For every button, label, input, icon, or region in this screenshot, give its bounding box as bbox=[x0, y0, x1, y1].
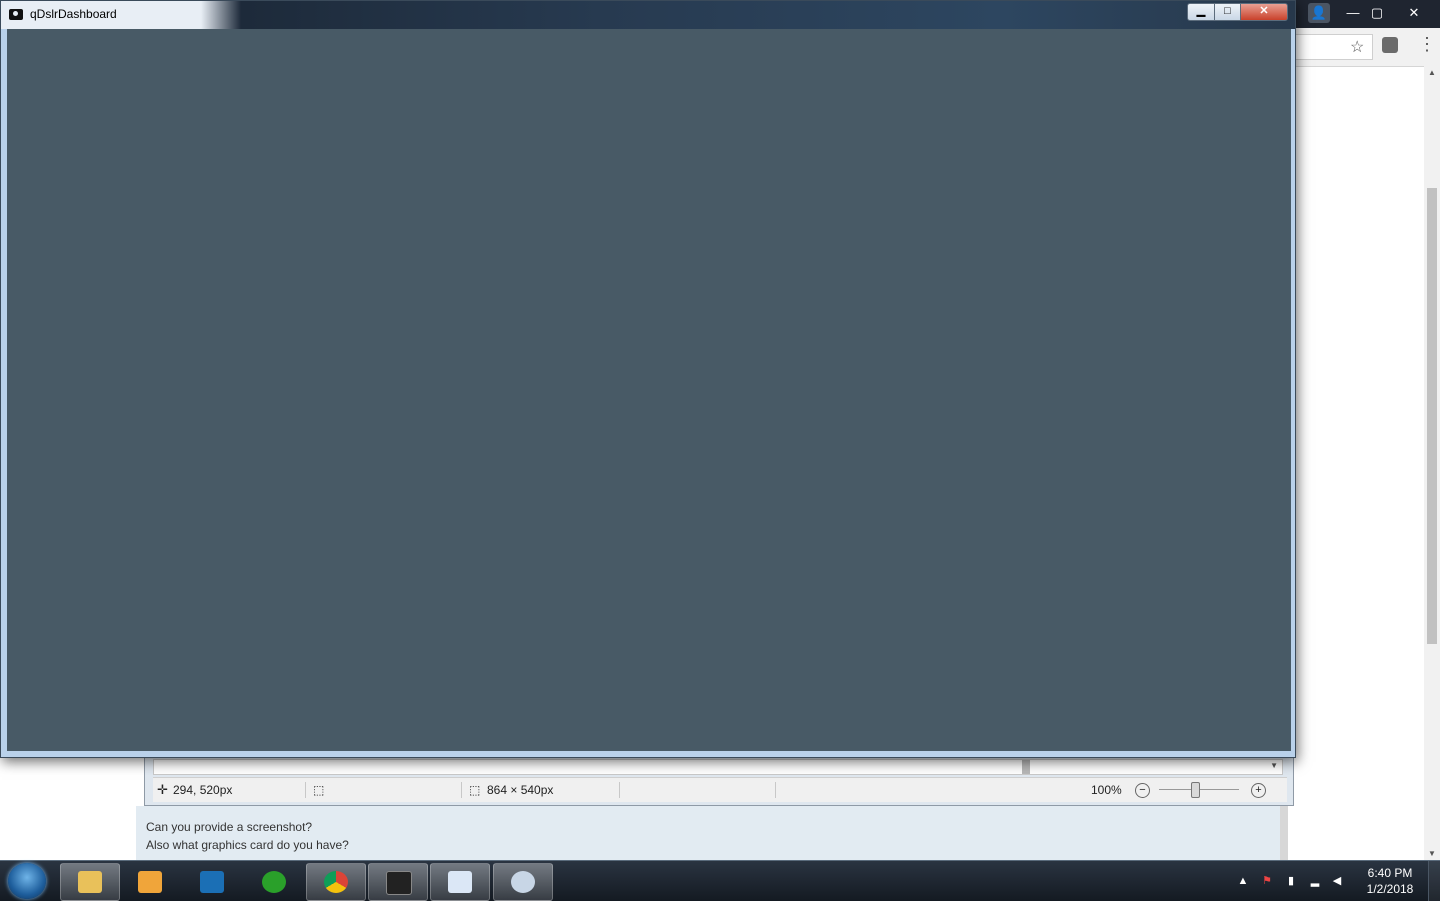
wordpad-icon bbox=[448, 871, 472, 893]
media-player-icon bbox=[138, 871, 162, 893]
divider bbox=[619, 782, 620, 798]
browser-minimize-button[interactable]: — bbox=[1342, 3, 1364, 23]
scroll-thumb[interactable] bbox=[1022, 760, 1030, 774]
zoom-level: 100% bbox=[1091, 783, 1122, 797]
folder-icon bbox=[78, 871, 102, 893]
zoom-slider-thumb[interactable] bbox=[1191, 782, 1200, 798]
horizontal-scrollbar[interactable]: ▼ bbox=[153, 759, 1283, 775]
forum-message: Can you provide a screenshot? Also what … bbox=[146, 818, 349, 854]
chevron-up-icon[interactable]: ▲ bbox=[1236, 874, 1250, 888]
maximize-button[interactable]: □ bbox=[1214, 3, 1241, 21]
taskbar-item-chrome[interactable] bbox=[306, 863, 366, 901]
forum-message-line: Also what graphics card do you have? bbox=[146, 838, 349, 852]
image-size-icon: ⬚ bbox=[469, 783, 481, 797]
browser-scrollbar[interactable]: ▲ ▼ bbox=[1424, 66, 1440, 860]
camera-icon bbox=[386, 871, 412, 895]
browser-titlebar: 👤 — ▢ ✕ bbox=[1296, 0, 1440, 28]
image-size: 864 × 540px bbox=[487, 783, 554, 797]
clock[interactable]: 6:40 PM 1/2/2018 bbox=[1360, 865, 1420, 897]
cursor-position: 294, 520px bbox=[173, 783, 233, 797]
menu-icon[interactable]: ⋮ bbox=[1418, 34, 1436, 55]
forum-message-line: Can you provide a screenshot? bbox=[146, 820, 313, 834]
chrome-icon bbox=[324, 871, 348, 893]
network-icon[interactable]: ▂ bbox=[1308, 874, 1322, 888]
divider bbox=[305, 782, 306, 798]
window-controls: ▁ □ ✕ bbox=[1187, 3, 1291, 21]
address-bar[interactable]: ☆ bbox=[1296, 34, 1373, 60]
status-bar: ✛ 294, 520px ⬚ ⬚ 864 × 540px 100% − + bbox=[153, 777, 1287, 802]
action-center-icon[interactable]: ⚑ bbox=[1260, 874, 1274, 888]
browser-maximize-button[interactable]: ▢ bbox=[1366, 3, 1388, 23]
close-button[interactable]: ✕ bbox=[1240, 3, 1288, 21]
taskbar-item-media-player[interactable] bbox=[120, 863, 180, 901]
page-divider bbox=[1280, 806, 1288, 860]
app-titlebar[interactable]: qDslrDashboard ▁ □ ✕ bbox=[1, 1, 1295, 29]
zoom-in-icon[interactable]: + bbox=[1251, 783, 1266, 798]
app-window: qDslrDashboard ▁ □ ✕ bbox=[0, 0, 1296, 758]
show-desktop-button[interactable] bbox=[1428, 861, 1440, 901]
scroll-up-icon[interactable]: ▲ bbox=[1428, 68, 1436, 77]
browser-close-button[interactable]: ✕ bbox=[1400, 3, 1428, 23]
scroll-thumb[interactable] bbox=[1427, 188, 1437, 644]
taskbar-item-green-app[interactable] bbox=[244, 863, 304, 901]
scroll-down-icon[interactable]: ▼ bbox=[1428, 849, 1436, 858]
clock-date: 1/2/2018 bbox=[1366, 882, 1414, 896]
green-circle-icon bbox=[262, 871, 286, 893]
paint-window: ▼ ✛ 294, 520px ⬚ ⬚ 864 × 540px 100% − + bbox=[144, 752, 1294, 806]
window-title: qDslrDashboard bbox=[30, 7, 117, 21]
system-tray: ▲ ⚑ ▮ ▂ ◀ bbox=[1232, 861, 1362, 901]
taskbar-item-explorer[interactable] bbox=[60, 863, 120, 901]
star-icon[interactable]: ☆ bbox=[1350, 37, 1364, 57]
camera-icon[interactable] bbox=[9, 9, 23, 20]
taskbar: ▲ ⚑ ▮ ▂ ◀ 6:40 PM 1/2/2018 bbox=[0, 860, 1440, 901]
divider bbox=[461, 782, 462, 798]
zoom-out-icon[interactable]: − bbox=[1135, 783, 1150, 798]
paint-icon bbox=[511, 871, 535, 893]
taskbar-item-wordpad[interactable] bbox=[430, 863, 490, 901]
divider bbox=[775, 782, 776, 798]
taskbar-item-paint[interactable] bbox=[493, 863, 553, 901]
selection-icon: ⬚ bbox=[313, 783, 325, 797]
teamviewer-icon bbox=[200, 871, 224, 893]
volume-icon[interactable]: ◀ bbox=[1330, 874, 1344, 888]
taskbar-item-teamviewer[interactable] bbox=[182, 863, 242, 901]
browser-toolbar: ☆ ⋮ bbox=[1296, 28, 1440, 67]
browser-window: 👤 — ▢ ✕ ☆ ⋮ ▲ ▼ bbox=[1296, 0, 1440, 860]
clock-time: 6:40 PM bbox=[1367, 866, 1413, 880]
scroll-down-icon[interactable]: ▼ bbox=[1270, 761, 1278, 770]
dashboard-canvas[interactable] bbox=[7, 29, 1291, 751]
profile-icon[interactable]: 👤 bbox=[1308, 3, 1330, 23]
minimize-button[interactable]: ▁ bbox=[1187, 3, 1215, 21]
start-button[interactable] bbox=[8, 863, 46, 899]
taskbar-item-camera[interactable] bbox=[368, 863, 428, 901]
extension-icon[interactable] bbox=[1382, 37, 1398, 53]
battery-icon[interactable]: ▮ bbox=[1284, 874, 1298, 888]
move-icon: ✛ bbox=[157, 782, 168, 797]
